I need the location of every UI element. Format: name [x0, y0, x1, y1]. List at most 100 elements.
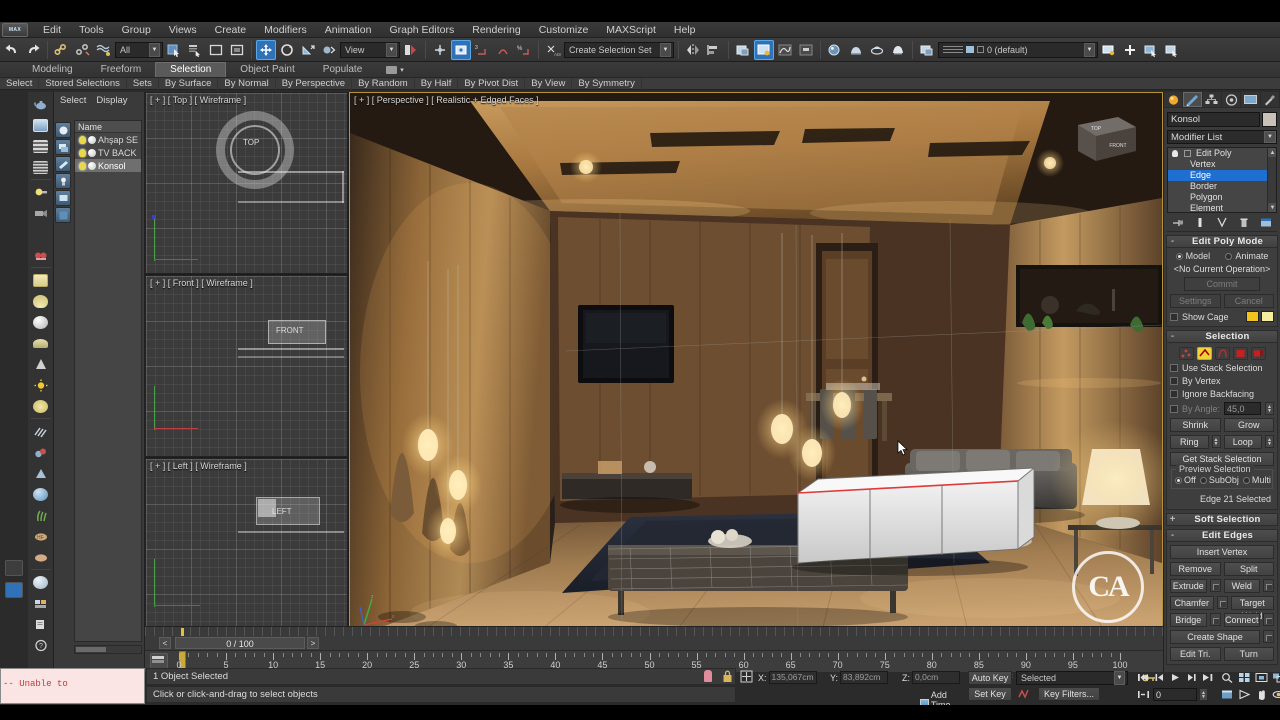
viewport-perspective-label[interactable]: [ + ] [ Perspective ] [ Realistic + Edge… — [354, 95, 539, 105]
ribbon-tab-modeling[interactable]: Modeling — [18, 63, 87, 77]
x-coordinate-field[interactable]: 135,067cm — [769, 671, 817, 684]
scene-explorer-horizontal-scrollbar[interactable] — [74, 645, 142, 654]
chamfer-settings-button[interactable] — [1217, 596, 1228, 609]
maximize-viewport-icon[interactable] — [1220, 687, 1235, 702]
key-filters-button[interactable]: Key Filters... — [1038, 687, 1100, 701]
scene-explorer-menu-select[interactable]: Select — [60, 95, 86, 106]
named-selection-set-combo[interactable]: Create Selection Set ▼ — [564, 42, 674, 58]
light-bulb-icon[interactable] — [79, 149, 86, 157]
skylight-icon[interactable] — [30, 333, 52, 353]
key-mode-icon[interactable] — [1136, 687, 1151, 702]
loop-spinner[interactable]: ▲▼ — [1265, 435, 1274, 448]
collapse-icon[interactable]: - — [1167, 331, 1178, 342]
help-icon[interactable]: ? — [30, 635, 52, 655]
layer-checkbox[interactable] — [977, 46, 984, 53]
select-and-move-icon[interactable] — [256, 40, 276, 60]
toggle-scene-explorer-icon[interactable] — [733, 40, 753, 60]
select-and-scale-icon[interactable] — [298, 40, 318, 60]
current-frame-spinner[interactable]: ▲▼ — [1199, 688, 1208, 701]
make-unique-icon[interactable] — [1214, 215, 1231, 230]
hair-fur-icon[interactable] — [30, 484, 52, 504]
stack-subitem-element[interactable]: Element — [1168, 203, 1276, 213]
hierarchy-tab-icon[interactable] — [1203, 92, 1222, 107]
rail-toggle-button[interactable] — [5, 582, 23, 598]
create-shape-settings-button[interactable] — [1263, 630, 1274, 643]
remove-button[interactable]: Remove — [1170, 562, 1221, 576]
scene-explorer-column-name[interactable]: Name — [75, 121, 141, 133]
time-slider[interactable]: < 0 / 100 > — [145, 636, 1163, 650]
scene-object-row-selected[interactable]: Konsol — [75, 159, 141, 172]
shrink-button[interactable]: Shrink — [1170, 418, 1221, 432]
undo-icon[interactable] — [2, 40, 22, 60]
menu-modifiers[interactable]: Modifiers — [255, 22, 316, 38]
select-and-place-icon[interactable] — [319, 40, 339, 60]
select-objects-in-layer-icon[interactable] — [1141, 40, 1161, 60]
rollout-header-edit-edges[interactable]: - Edit Edges — [1166, 529, 1278, 542]
ribbon-tab-freeform[interactable]: Freeform — [87, 63, 156, 77]
ribbon-tab-populate[interactable]: Populate — [309, 63, 376, 77]
previous-frame-icon[interactable] — [1152, 670, 1167, 685]
ribbon-btn-by-normal[interactable]: By Normal — [218, 78, 275, 90]
percent-snap-toggle-icon[interactable] — [493, 40, 513, 60]
chevron-down-icon[interactable]: ▼ — [660, 43, 671, 57]
app-logo[interactable]: MAX — [2, 23, 28, 37]
menu-rendering[interactable]: Rendering — [463, 22, 529, 38]
render-setup-icon[interactable] — [846, 40, 866, 60]
render-window-icon[interactable] — [30, 115, 52, 135]
scene-object-row[interactable]: TV BACK — [75, 146, 141, 159]
target-weld-button[interactable]: Target Weld — [1231, 596, 1275, 610]
menu-animation[interactable]: Animation — [316, 22, 381, 38]
material-editor-icon[interactable] — [825, 40, 845, 60]
collapse-icon[interactable]: - — [1167, 236, 1178, 247]
model-radio[interactable] — [1176, 253, 1183, 260]
layer-manager-icon[interactable] — [917, 40, 937, 60]
ribbon-btn-by-pivot-dist[interactable]: By Pivot Dist — [458, 78, 525, 90]
light-bulb-icon[interactable] — [79, 162, 86, 170]
element-sublevel-icon[interactable] — [1251, 347, 1266, 360]
dome-primitive-icon[interactable] — [30, 291, 52, 311]
ribbon-tab-object-paint[interactable]: Object Paint — [226, 63, 308, 77]
camera-match-icon[interactable] — [30, 203, 52, 223]
select-and-manipulate-icon[interactable] — [430, 40, 450, 60]
create-layer-icon[interactable] — [1099, 40, 1119, 60]
current-frame-field[interactable]: 0 — [1153, 688, 1197, 701]
light-explorer-tab-icon[interactable] — [55, 173, 71, 189]
sun-icon[interactable] — [30, 375, 52, 395]
menu-maxscript[interactable]: MAXScript — [597, 22, 665, 38]
edit-tri-button[interactable]: Edit Tri. — [1170, 647, 1221, 661]
ribbon-tab-selection[interactable]: Selection — [155, 62, 226, 77]
play-animation-icon[interactable] — [1168, 670, 1183, 685]
menu-customize[interactable]: Customize — [530, 22, 598, 38]
select-and-rotate-icon[interactable] — [277, 40, 297, 60]
edit-named-selection-sets-icon[interactable]: ABC — [543, 40, 563, 60]
viewport-perspective[interactable]: [ + ] [ Perspective ] [ Realistic + Edge… — [349, 92, 1163, 640]
bridge-button[interactable]: Bridge — [1170, 613, 1207, 627]
ribbon-btn-by-symmetry[interactable]: By Symmetry — [572, 78, 641, 90]
align-icon[interactable] — [704, 40, 724, 60]
set-key-button[interactable]: Set Key — [968, 687, 1012, 701]
view-cube[interactable]: TOP FRONT — [1056, 103, 1148, 175]
menu-group[interactable]: Group — [113, 22, 160, 38]
layer-combo[interactable]: 0 (default) ▼ — [938, 42, 1098, 58]
viewport-front-label[interactable]: [ + ] [ Front ] [ Wireframe ] — [150, 278, 253, 288]
viewport-left-label[interactable]: [ + ] [ Left ] [ Wireframe ] — [150, 461, 247, 471]
select-object-icon[interactable] — [164, 40, 184, 60]
remove-modifier-icon[interactable] — [1236, 215, 1253, 230]
preview-subobj-radio[interactable] — [1200, 477, 1207, 484]
array-icon[interactable] — [30, 421, 52, 441]
cloth-icon[interactable] — [30, 547, 52, 567]
show-end-result-icon[interactable] — [1192, 215, 1209, 230]
menu-edit[interactable]: Edit — [34, 22, 70, 38]
scene-object-row[interactable]: Ahşap SE — [75, 133, 141, 146]
weld-button[interactable]: Weld — [1224, 579, 1261, 593]
use-stack-selection-checkbox[interactable] — [1170, 364, 1178, 372]
orbit-icon[interactable] — [1271, 687, 1280, 702]
modifier-list-dropdown[interactable]: Modifier List ▼ — [1167, 130, 1277, 144]
bind-to-space-warp-icon[interactable] — [94, 40, 114, 60]
daylight-system-icon[interactable] — [30, 224, 52, 244]
disc-primitive-icon[interactable] — [30, 396, 52, 416]
ring-button[interactable]: Ring — [1170, 435, 1209, 449]
rollout-header-soft-selection[interactable]: + Soft Selection — [1166, 513, 1278, 526]
commit-button[interactable]: Commit — [1184, 277, 1260, 291]
zoom-all-icon[interactable] — [1237, 670, 1252, 685]
